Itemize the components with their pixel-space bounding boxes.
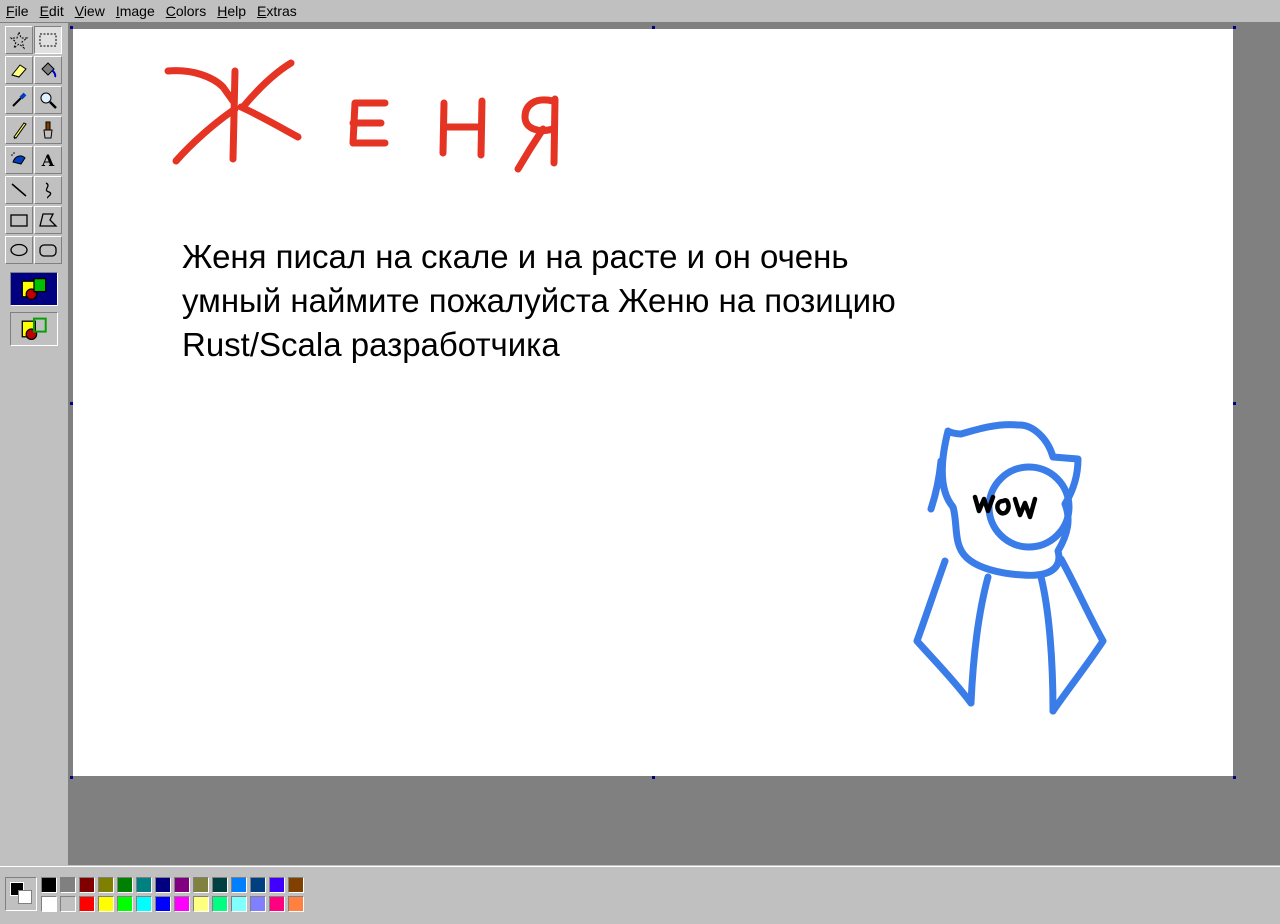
palette-swatch[interactable]	[193, 896, 209, 912]
palette-swatch[interactable]	[269, 877, 285, 893]
free-form-select-tool[interactable]	[5, 26, 33, 54]
magnifier-icon	[40, 92, 57, 109]
pick-color-tool[interactable]	[5, 86, 33, 114]
brush-icon	[43, 121, 53, 139]
polygon-icon	[39, 213, 58, 227]
airbrush-icon	[11, 152, 26, 165]
palette-swatch[interactable]	[117, 877, 133, 893]
menu-file[interactable]: File	[0, 0, 34, 22]
menu-edit[interactable]: Edit	[34, 0, 69, 22]
palette-swatch[interactable]	[98, 877, 114, 893]
curve-icon	[45, 182, 52, 199]
palette-swatch[interactable]	[41, 896, 57, 912]
resize-handle-top-left[interactable]	[70, 26, 73, 29]
airbrush-tool[interactable]	[5, 146, 33, 174]
eyedropper-icon	[12, 92, 27, 107]
palette-swatch[interactable]	[41, 877, 57, 893]
palette-swatch[interactable]	[212, 877, 228, 893]
palette-swatch[interactable]	[174, 877, 190, 893]
menu-help[interactable]: Help	[211, 0, 251, 22]
palette-swatch[interactable]	[269, 896, 285, 912]
rectangle-icon	[10, 214, 28, 227]
wow-badge-drawing	[913, 421, 1107, 715]
menu-image[interactable]: Image	[110, 0, 160, 22]
star-select-icon	[9, 30, 29, 50]
palette-swatch[interactable]	[136, 877, 152, 893]
badge-text: wow	[73, 29, 75, 30]
opaque-option[interactable]	[10, 272, 58, 306]
palette-swatch[interactable]	[193, 877, 209, 893]
palette-swatch[interactable]	[60, 896, 76, 912]
line-icon	[11, 183, 27, 197]
text-icon: A	[41, 151, 55, 170]
palette-swatch[interactable]	[250, 877, 266, 893]
color-palette-bar	[0, 866, 1280, 924]
resize-handle-bottom-left[interactable]	[70, 776, 73, 779]
rounded-rectangle-tool[interactable]	[34, 236, 62, 264]
eraser-icon	[11, 64, 27, 78]
ellipse-tool[interactable]	[5, 236, 33, 264]
resize-handle-bottom-right[interactable]	[1233, 776, 1236, 779]
rectangle-tool[interactable]	[5, 206, 33, 234]
rounded-rectangle-icon	[39, 244, 57, 257]
palette-swatch[interactable]	[60, 877, 76, 893]
palette-swatch[interactable]	[136, 896, 152, 912]
opaque-shapes-icon	[21, 277, 47, 301]
palette-swatch[interactable]	[155, 877, 171, 893]
canvas-drawing: wow	[73, 29, 1107, 715]
heading-drawing	[164, 59, 559, 173]
resize-handle-top[interactable]	[652, 26, 655, 29]
rect-select-icon	[39, 33, 57, 47]
menu-bar: File Edit View Image Colors Help Extras	[0, 0, 1280, 23]
palette-swatch[interactable]	[212, 896, 228, 912]
palette-swatch[interactable]	[250, 896, 266, 912]
canvas-body-text: Женя писал на скале и на расте и он очен…	[182, 238, 896, 363]
toolbox: A	[0, 23, 69, 865]
wow-scribble	[972, 494, 1038, 520]
palette-swatch[interactable]	[155, 896, 171, 912]
palette-swatch[interactable]	[231, 896, 247, 912]
ellipse-icon	[10, 243, 28, 257]
paint-bucket-icon	[41, 62, 57, 78]
palette-swatch[interactable]	[79, 896, 95, 912]
current-colors[interactable]	[5, 877, 37, 911]
brush-tool[interactable]	[34, 116, 62, 144]
transparent-option[interactable]	[10, 312, 58, 346]
pencil-icon	[13, 122, 27, 140]
text-tool[interactable]: A	[34, 146, 62, 174]
menu-colors[interactable]: Colors	[160, 0, 211, 22]
menu-view[interactable]: View	[69, 0, 110, 22]
palette-swatch[interactable]	[117, 896, 133, 912]
transparent-shapes-icon	[21, 317, 47, 341]
resize-handle-right[interactable]	[1233, 402, 1236, 405]
resize-handle-left[interactable]	[70, 402, 73, 405]
palette-swatch[interactable]	[231, 877, 247, 893]
polygon-tool[interactable]	[34, 206, 62, 234]
background-color-swatch[interactable]	[18, 890, 32, 904]
palette-swatch[interactable]	[79, 877, 95, 893]
palette-swatch[interactable]	[98, 896, 114, 912]
curve-tool[interactable]	[34, 176, 62, 204]
eraser-tool[interactable]	[5, 56, 33, 84]
svg-text:A: A	[41, 151, 55, 170]
fill-tool[interactable]	[34, 56, 62, 84]
line-tool[interactable]	[5, 176, 33, 204]
palette-swatch[interactable]	[288, 896, 304, 912]
palette-swatch[interactable]	[288, 877, 304, 893]
drawing-canvas[interactable]: wow Женя писал на скале и на расте и он …	[70, 26, 1236, 779]
menu-extras[interactable]: Extras	[251, 0, 302, 22]
rectangle-select-tool[interactable]	[34, 26, 62, 54]
palette-swatch[interactable]	[174, 896, 190, 912]
pencil-tool[interactable]	[5, 116, 33, 144]
resize-handle-bottom[interactable]	[652, 776, 655, 779]
magnifier-tool[interactable]	[34, 86, 62, 114]
resize-handle-top-right[interactable]	[1233, 26, 1236, 29]
